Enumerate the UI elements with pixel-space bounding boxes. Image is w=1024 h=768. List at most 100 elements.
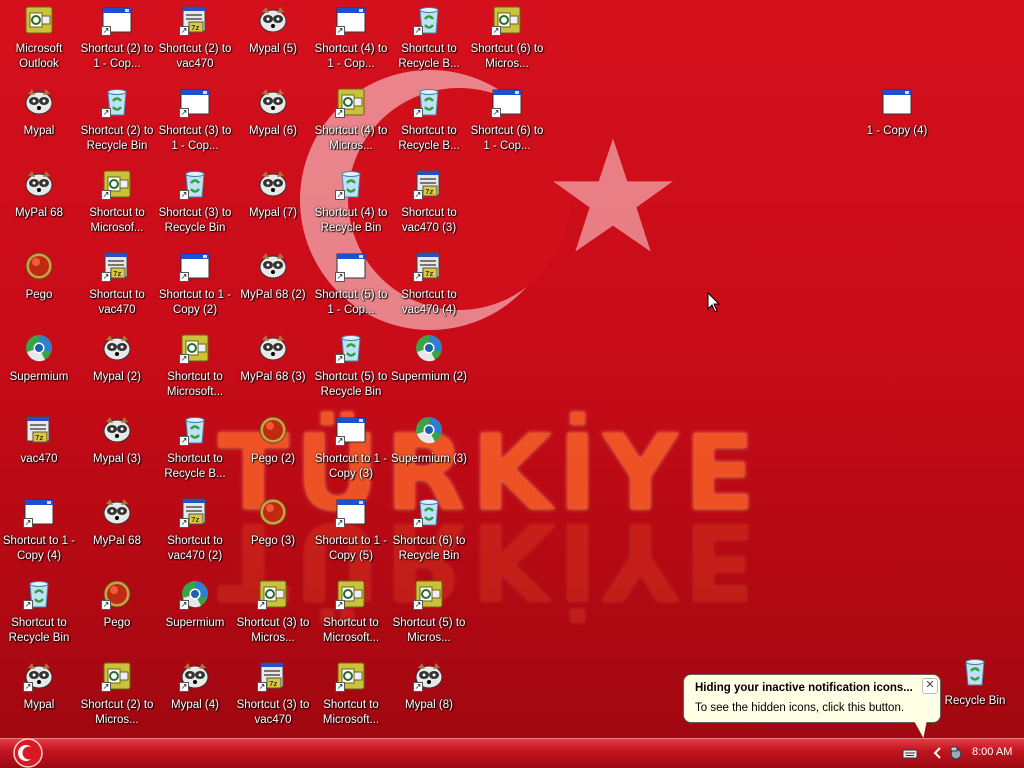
- desktop-icon-label: Shortcut (5) to Micros...: [392, 617, 466, 644]
- desktop-icon-mypal-3[interactable]: Mypal (3): [78, 414, 156, 492]
- svg-text:7z: 7z: [191, 516, 199, 524]
- desktop-icon-shortcut-3-to-1-cop[interactable]: ↗ Shortcut (3) to 1 - Cop...: [156, 86, 234, 164]
- desktop-icon-mypal-68-3[interactable]: MyPal 68 (3): [234, 332, 312, 410]
- desktop-icon-label: Mypal (7): [249, 207, 297, 219]
- desktop-icon-shortcut-to-vac470-2[interactable]: 7z ↗ Shortcut to vac470 (2): [156, 496, 234, 574]
- desktop-icon-label: Mypal: [23, 125, 55, 137]
- desktop-icon-mypal-68[interactable]: MyPal 68: [78, 496, 156, 574]
- desktop-icon-shortcut-to-1-copy-3[interactable]: ↗ Shortcut to 1 - Copy (3): [312, 414, 390, 492]
- desktop-icon-shortcut-6-to-recycle-bin[interactable]: ↗ Shortcut (6) to Recycle Bin: [390, 496, 468, 574]
- desktop-icon-shortcut-6-to-micros[interactable]: ↗ Shortcut (6) to Micros...: [468, 4, 546, 82]
- desktop-icon-shortcut-to-vac470-3[interactable]: 7z ↗ Shortcut to vac470 (3): [390, 168, 468, 246]
- pego-icon: [257, 414, 289, 446]
- desktop-icon-shortcut-4-to-micros[interactable]: ↗ Shortcut (4) to Micros...: [312, 86, 390, 164]
- desktop-icon-shortcut-to-1-copy-4[interactable]: ↗ Shortcut to 1 - Copy (4): [0, 496, 78, 574]
- shortcut-arrow-icon: ↗: [257, 682, 267, 692]
- desktop-icon-shortcut-3-to-recycle-bin[interactable]: ↗ Shortcut (3) to Recycle Bin: [156, 168, 234, 246]
- shortcut-arrow-icon: ↗: [101, 272, 111, 282]
- desktop-icon-mypal-8[interactable]: ↗ Mypal (8): [390, 660, 468, 738]
- taskbar-clock[interactable]: 8:00 AM: [972, 746, 1012, 758]
- desktop-icon-label: Shortcut to Recycle B...: [164, 453, 226, 480]
- desktop-icon-mypal-7[interactable]: Mypal (7): [234, 168, 312, 246]
- desktop-icon-shortcut-2-to-1-cop[interactable]: ↗ Shortcut (2) to 1 - Cop...: [78, 4, 156, 82]
- desktop-icon-label: Pego (3): [250, 535, 296, 547]
- desktop-icon-shortcut-to-recycle-bin[interactable]: ↗ Shortcut to Recycle Bin: [0, 578, 78, 656]
- desktop-icon-shortcut-4-to-recycle-bin[interactable]: ↗ Shortcut (4) to Recycle Bin: [312, 168, 390, 246]
- window-icon: ↗: [335, 496, 367, 528]
- desktop-icon-label: Shortcut (4) to 1 - Cop...: [314, 43, 388, 70]
- desktop-icon-mypal-6[interactable]: Mypal (6): [234, 86, 312, 164]
- desktop-icon-shortcut-to-recycle-b[interactable]: ↗ Shortcut to Recycle B...: [390, 4, 468, 82]
- desktop-icon-label: Shortcut to 1 - Copy (3): [314, 453, 388, 480]
- window-icon: ↗: [491, 86, 523, 118]
- shortcut-arrow-icon: ↗: [413, 108, 423, 118]
- desktop-icon-mypal[interactable]: ↗ Mypal: [0, 660, 78, 738]
- desktop-icon-shortcut-5-to-recycle-bin[interactable]: ↗ Shortcut (5) to Recycle Bin: [312, 332, 390, 410]
- notification-balloon[interactable]: Hiding your inactive notification icons.…: [683, 674, 941, 738]
- shortcut-arrow-icon: ↗: [101, 26, 111, 36]
- desktop-icon-microsoft-outlook[interactable]: Microsoft Outlook: [0, 4, 78, 82]
- desktop-icon-label: Microsoft Outlook: [15, 43, 63, 70]
- desktop-icon-shortcut-2-to-recycle-bin[interactable]: ↗ Shortcut (2) to Recycle Bin: [78, 86, 156, 164]
- desktop-icon-shortcut-5-to-1-cop[interactable]: ↗ Shortcut (5) to 1 - Cop...: [312, 250, 390, 328]
- desktop-icon-supermium-3[interactable]: Supermium (3): [390, 414, 468, 492]
- desktop-icon-shortcut-to-microsoft[interactable]: ↗ Shortcut to Microsoft...: [312, 578, 390, 656]
- shortcut-arrow-icon: ↗: [335, 190, 345, 200]
- window-icon: ↗: [335, 414, 367, 446]
- desktop-icon-shortcut-to-1-copy-2[interactable]: ↗ Shortcut to 1 - Copy (2): [156, 250, 234, 328]
- keyboard-icon[interactable]: [902, 745, 918, 761]
- desktop-icon-shortcut-to-microsof[interactable]: ↗ Shortcut to Microsof...: [78, 168, 156, 246]
- desktop-icon-mypal-68-2[interactable]: MyPal 68 (2): [234, 250, 312, 328]
- desktop-icon-mypal-2[interactable]: Mypal (2): [78, 332, 156, 410]
- shortcut-arrow-icon: ↗: [179, 600, 189, 610]
- desktop-icon-label: Shortcut to Recycle Bin: [8, 617, 70, 644]
- desktop-icon-supermium[interactable]: ↗ Supermium: [156, 578, 234, 656]
- recycle-icon: ↗: [413, 86, 445, 118]
- desktop-icon-shortcut-5-to-micros[interactable]: ↗ Shortcut (5) to Micros...: [390, 578, 468, 656]
- desktop-icon-label: Mypal (8): [405, 699, 453, 711]
- desktop-icon-shortcut-6-to-1-cop[interactable]: ↗ Shortcut (6) to 1 - Cop...: [468, 86, 546, 164]
- desktop-icon-vac470[interactable]: 7z vac470: [0, 414, 78, 492]
- desktop-icon-mypal-5[interactable]: Mypal (5): [234, 4, 312, 82]
- desktop-icon-mypal[interactable]: Mypal: [0, 86, 78, 164]
- start-button[interactable]: [9, 738, 47, 768]
- desktop-icon-pego-2[interactable]: Pego (2): [234, 414, 312, 492]
- show-hidden-icons-chevron-icon[interactable]: [930, 745, 946, 761]
- desktop-icon-label: Pego: [103, 617, 131, 629]
- balloon-close-button[interactable]: ✕: [922, 678, 938, 694]
- shortcut-arrow-icon: ↗: [413, 682, 423, 692]
- desktop-icon-shortcut-to-recycle-b[interactable]: ↗ Shortcut to Recycle B...: [156, 414, 234, 492]
- desktop-icon-supermium-2[interactable]: Supermium (2): [390, 332, 468, 410]
- desktop-icon-shortcut-4-to-1-cop[interactable]: ↗ Shortcut (4) to 1 - Cop...: [312, 4, 390, 82]
- desktop-icon-pego[interactable]: ↗ Pego: [78, 578, 156, 656]
- shortcut-arrow-icon: ↗: [101, 682, 111, 692]
- desktop-icon-shortcut-to-vac470-4[interactable]: 7z ↗ Shortcut to vac470 (4): [390, 250, 468, 328]
- shortcut-arrow-icon: ↗: [179, 108, 189, 118]
- desktop-icon-pego-3[interactable]: Pego (3): [234, 496, 312, 574]
- window-icon: ↗: [335, 4, 367, 36]
- desktop-icon-shortcut-to-recycle-b[interactable]: ↗ Shortcut to Recycle B...: [390, 86, 468, 164]
- desktop-icon-shortcut-to-vac470[interactable]: 7z ↗ Shortcut to vac470: [78, 250, 156, 328]
- shortcut-arrow-icon: ↗: [335, 436, 345, 446]
- desktop-icon-shortcut-3-to-micros[interactable]: ↗ Shortcut (3) to Micros...: [234, 578, 312, 656]
- network-icon[interactable]: [948, 745, 964, 761]
- desktop-icon-label: Shortcut to 1 - Copy (4): [2, 535, 76, 562]
- desktop-icon-mypal-68[interactable]: MyPal 68: [0, 168, 78, 246]
- mypal-icon: [257, 86, 289, 118]
- mypal-icon: ↗: [413, 660, 445, 692]
- desktop-icon-shortcut-3-to-vac470[interactable]: 7z ↗ Shortcut (3) to vac470: [234, 660, 312, 738]
- desktop-icon-label: MyPal 68 (3): [240, 371, 306, 383]
- desktop-icon-shortcut-to-microsoft[interactable]: ↗ Shortcut to Microsoft...: [312, 660, 390, 738]
- desktop-icon-shortcut-to-microsoft[interactable]: ↗ Shortcut to Microsoft...: [156, 332, 234, 410]
- desktop-icon-1-copy-4[interactable]: 1 - Copy (4): [858, 86, 936, 164]
- desktop-icon-recycle-bin[interactable]: Recycle Bin: [936, 656, 1014, 734]
- desktop-icon-pego[interactable]: Pego: [0, 250, 78, 328]
- desktop-icon-mypal-4[interactable]: ↗ Mypal (4): [156, 660, 234, 738]
- desktop-icon-shortcut-2-to-micros[interactable]: ↗ Shortcut (2) to Micros...: [78, 660, 156, 738]
- desktop-icon-shortcut-to-1-copy-5[interactable]: ↗ Shortcut to 1 - Copy (5): [312, 496, 390, 574]
- desktop-icon-supermium[interactable]: Supermium: [0, 332, 78, 410]
- outlook-icon: ↗: [179, 332, 211, 364]
- desktop-icon-shortcut-2-to-vac470[interactable]: 7z ↗ Shortcut (2) to vac470: [156, 4, 234, 82]
- window-icon: ↗: [23, 496, 55, 528]
- desktop-icon-label: Shortcut (5) to Recycle Bin: [314, 371, 388, 398]
